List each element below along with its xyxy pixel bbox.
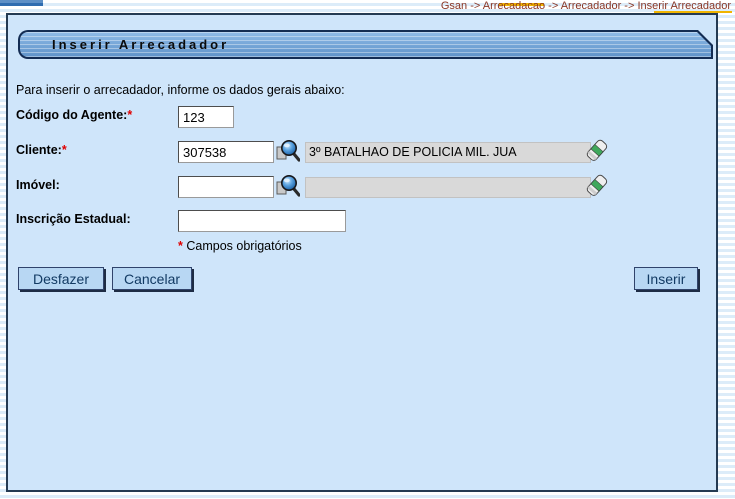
inscricao-estadual-input[interactable] <box>178 210 346 232</box>
required-fields-note: * Campos obrigatórios <box>178 239 302 253</box>
menu-bar-fragment <box>0 0 43 6</box>
imovel-search-button[interactable] <box>276 174 301 200</box>
inserir-button[interactable]: Inserir <box>634 267 698 290</box>
inscricao-estadual-label: Inscrição Estadual: <box>16 212 131 226</box>
codigo-agente-input[interactable] <box>178 106 234 128</box>
imovel-display <box>305 177 591 198</box>
search-icon <box>276 175 301 197</box>
imovel-label-text: Imóvel: <box>16 178 60 192</box>
page: Gsan -> Arrecadacao -> Arrecadador -> In… <box>0 0 735 499</box>
imovel-clear-button[interactable] <box>586 174 610 200</box>
required-asterisk: * <box>61 143 67 157</box>
cliente-label-text: Cliente: <box>16 143 62 157</box>
imovel-input[interactable] <box>178 176 274 198</box>
codigo-agente-label-text: Código do Agente: <box>16 108 128 122</box>
cliente-name-display: 3º BATALHAO DE POLICIA MIL. JUA <box>305 142 591 163</box>
page-title: Inserir Arrecadador <box>52 37 230 52</box>
form-instruction: Para inserir o arrecadador, informe os d… <box>16 83 345 97</box>
page-title-bar: Inserir Arrecadador <box>18 30 713 59</box>
breadcrumb[interactable]: Gsan -> Arrecadacao -> Arrecadador -> In… <box>441 0 731 13</box>
imovel-label: Imóvel: <box>16 178 60 192</box>
content-panel: Inserir Arrecadador Para inserir o arrec… <box>6 13 718 492</box>
cliente-search-button[interactable] <box>276 139 301 165</box>
desfazer-button[interactable]: Desfazer <box>18 267 104 290</box>
search-icon <box>276 140 301 162</box>
cancelar-button[interactable]: Cancelar <box>112 267 192 290</box>
cliente-input[interactable] <box>178 141 274 163</box>
required-asterisk: * <box>127 108 133 122</box>
cliente-clear-button[interactable] <box>586 139 610 165</box>
inscricao-estadual-label-text: Inscrição Estadual: <box>16 212 131 226</box>
eraser-icon <box>586 174 608 196</box>
eraser-icon <box>586 139 608 161</box>
required-note-text: Campos obrigatórios <box>186 239 302 253</box>
cliente-label: Cliente:* <box>16 143 67 157</box>
required-asterisk: * <box>178 239 183 253</box>
codigo-agente-label: Código do Agente:* <box>16 108 132 122</box>
